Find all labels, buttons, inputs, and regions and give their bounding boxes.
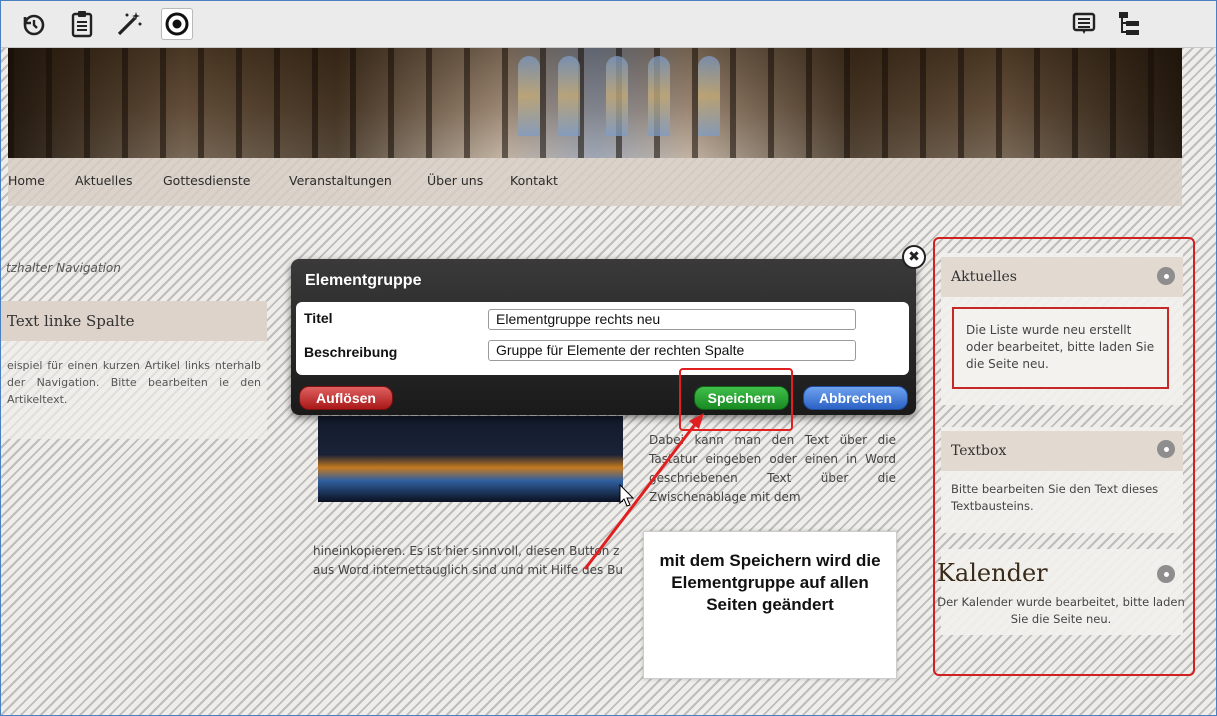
annotation-callout: mit dem Speichern wird die Elementgruppe… <box>643 531 897 679</box>
callout-text: mit dem Speichern wird die Elementgruppe… <box>659 551 881 614</box>
page-frame: Home Aktuelles Gottesdienste Veranstaltu… <box>0 0 1217 716</box>
annotation-arrow <box>583 413 704 570</box>
mouse-cursor-icon <box>619 484 635 507</box>
